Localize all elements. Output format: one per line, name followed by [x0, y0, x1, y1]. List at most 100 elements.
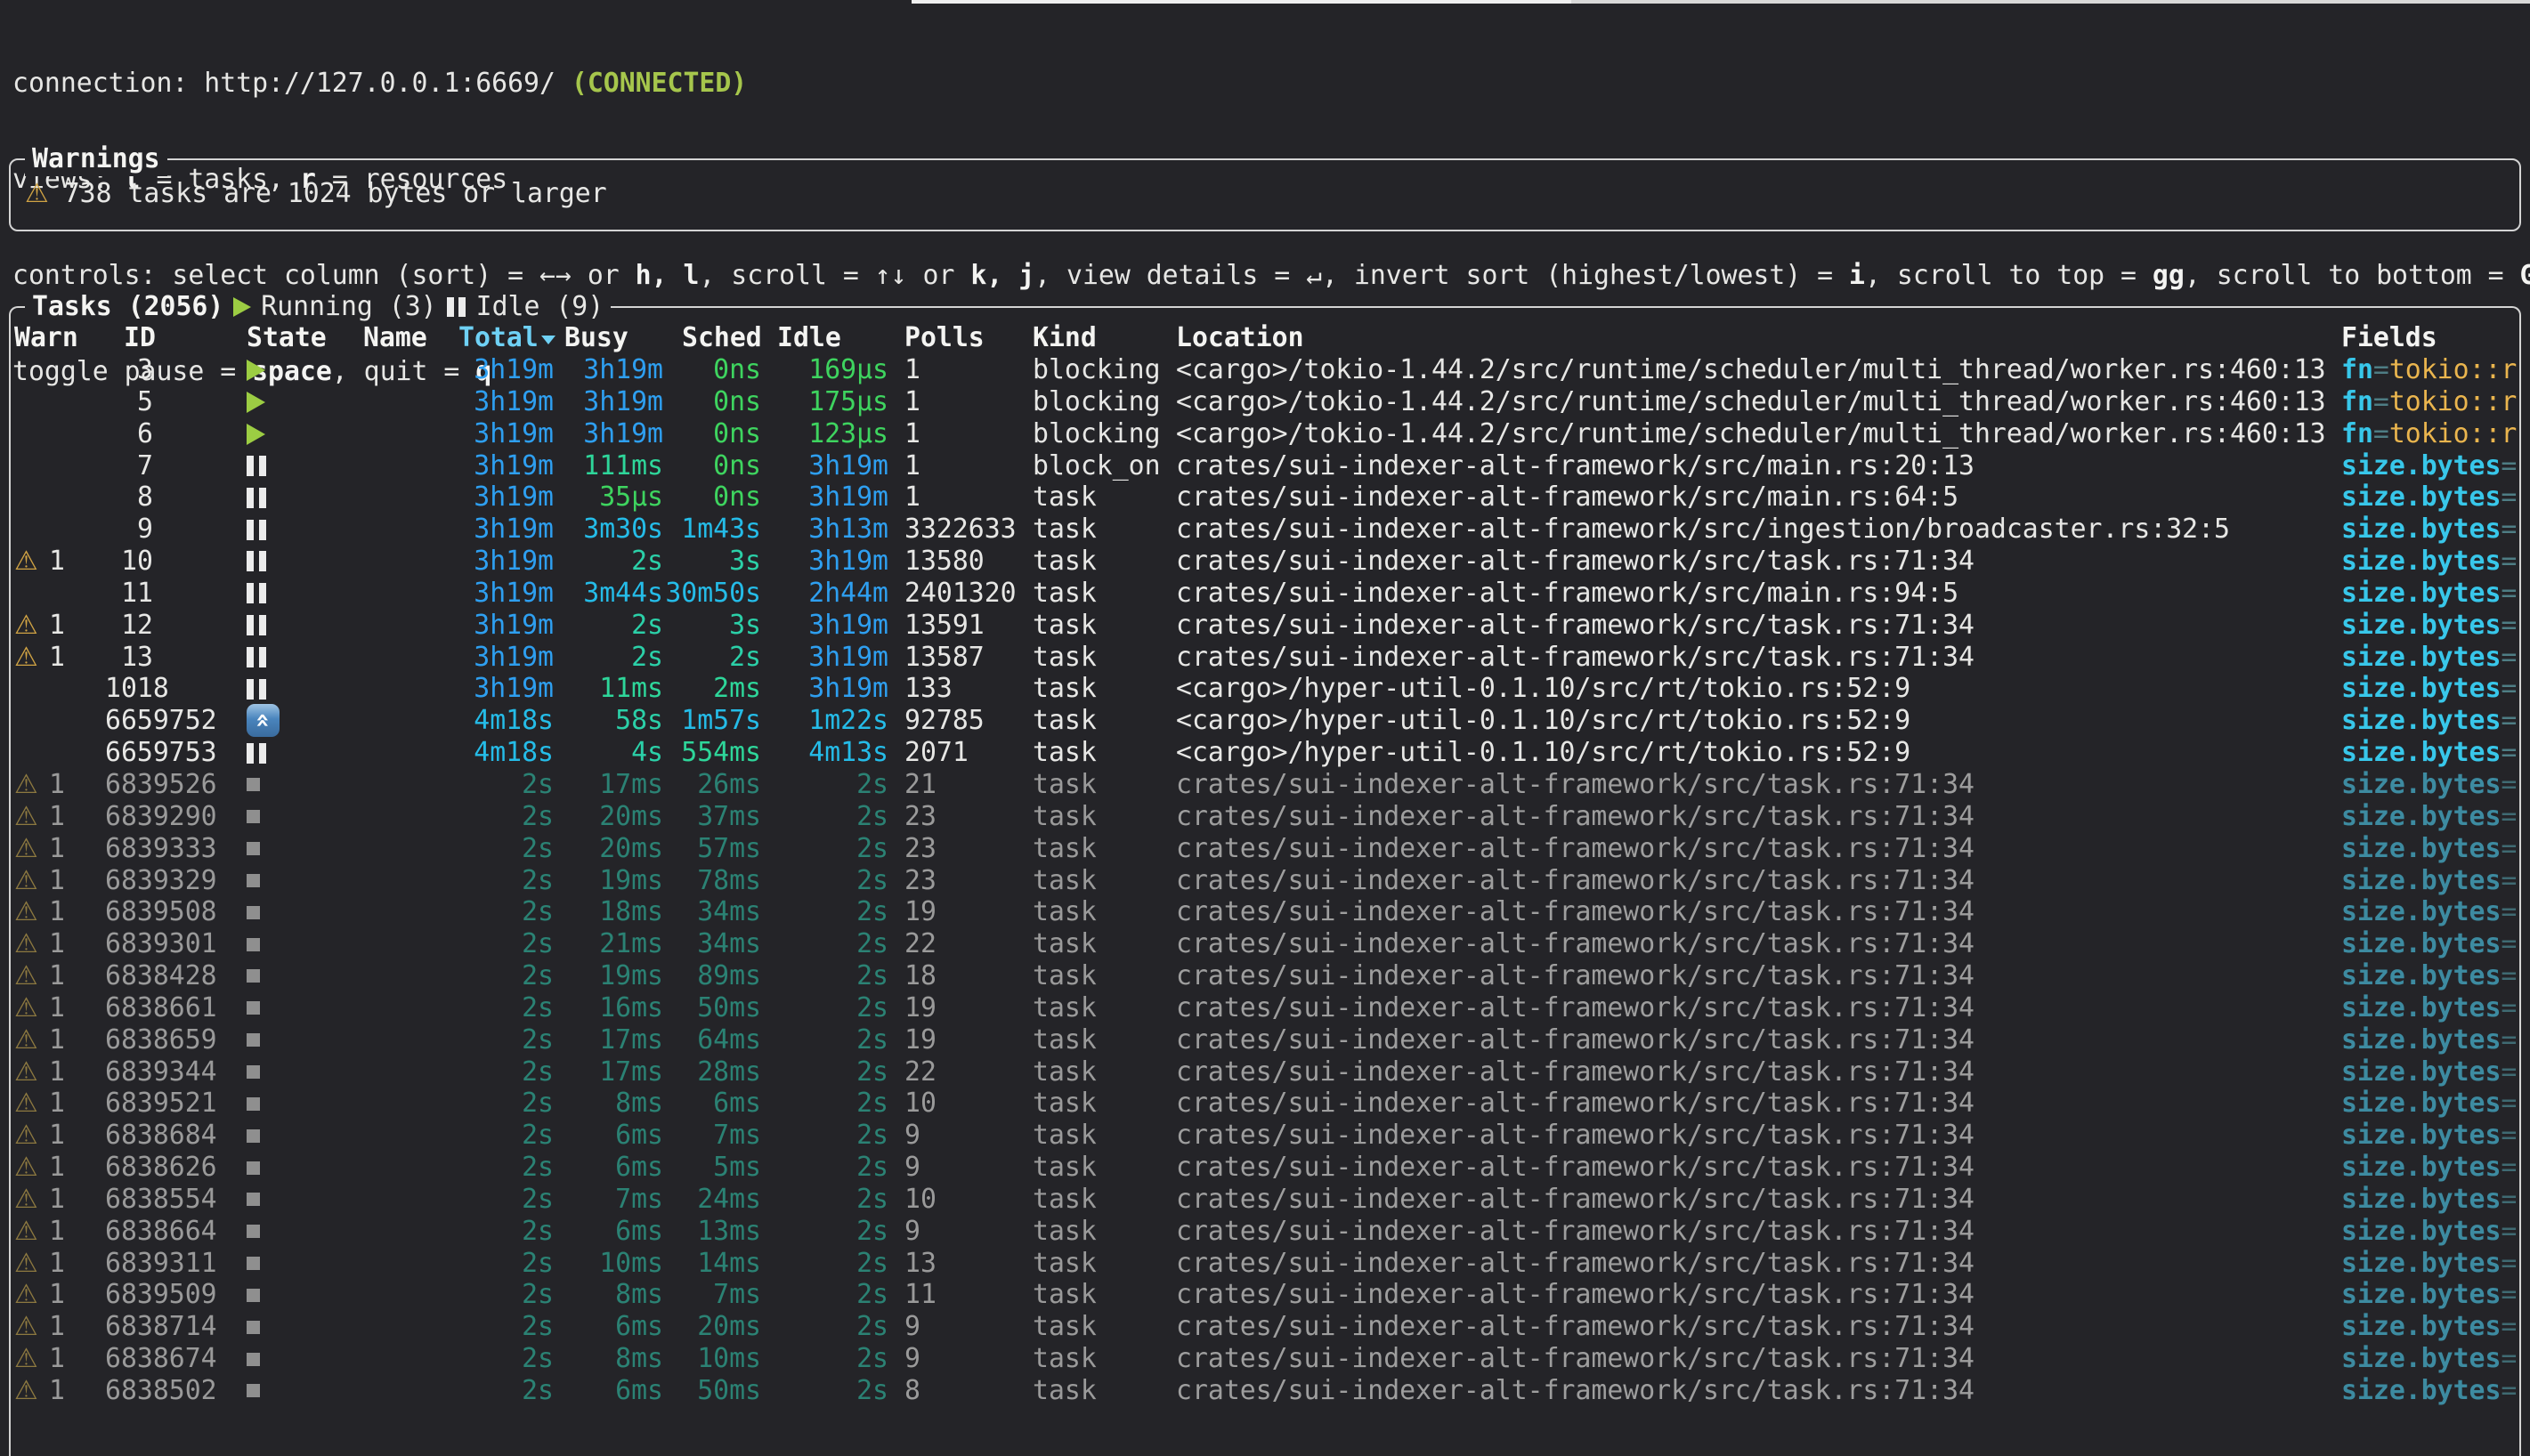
row-warning-icon: ⚠: [14, 1375, 38, 1407]
idle-duration: 1m22s: [794, 705, 888, 737]
table-row-task-6659752[interactable]: 6659752 4m18s 58s 1m57s 1m22s 92785 task…: [0, 705, 2530, 737]
warn-count: 1: [43, 546, 65, 578]
field-equals: =: [2373, 386, 2389, 417]
field-key: size.bytes: [2341, 1311, 2501, 1342]
table-row-task-13[interactable]: ⚠ 1 13 3h19m 2s 2s 3h19m 13587 task crat…: [0, 642, 2530, 674]
polls-count: 22: [904, 928, 937, 960]
total-duration: 2s: [392, 1120, 554, 1152]
sched-duration: 34ms: [663, 896, 761, 928]
polls-count: 1: [904, 386, 920, 418]
total-duration: 4m18s: [392, 737, 554, 769]
state-cell: [247, 1056, 282, 1088]
table-row-task-6839329[interactable]: ⚠ 1 6839329 2s 19ms 78ms 2s 23 task crat…: [0, 865, 2530, 897]
row-warning-icon: ⚠: [14, 1248, 38, 1280]
table-row-task-1018[interactable]: 1018 3h19m 11ms 2ms 3h19m 133 task <carg…: [0, 673, 2530, 705]
field-equals: =: [2501, 833, 2517, 864]
table-row-task-7[interactable]: 7 3h19m 111ms 0ns 3h19m 1 block_on crate…: [0, 450, 2530, 482]
task-id: 6838428: [105, 960, 217, 992]
table-row-task-6839521[interactable]: ⚠ 1 6839521 2s 8ms 6ms 2s 10 task crates…: [0, 1088, 2530, 1120]
task-fields: size.bytes=: [2341, 928, 2517, 960]
table-row-task-6838684[interactable]: ⚠ 1 6838684 2s 6ms 7ms 2s 9 task crates/…: [0, 1120, 2530, 1152]
table-row-task-6[interactable]: 6 3h19m 3h19m 0ns 123µs 1 blocking <carg…: [0, 418, 2530, 450]
table-row-task-6838659[interactable]: ⚠ 1 6838659 2s 17ms 64ms 2s 19 task crat…: [0, 1024, 2530, 1056]
column-header-warn[interactable]: Warn: [14, 322, 78, 354]
warning-triangle-icon: ⚠: [25, 178, 49, 210]
polls-count: 9: [904, 1152, 920, 1184]
row-warning-icon: ⚠: [14, 1184, 38, 1216]
field-key: size.bytes: [2341, 896, 2501, 927]
total-duration: 2s: [392, 1152, 554, 1184]
table-row-task-6838714[interactable]: ⚠ 1 6838714 2s 6ms 20ms 2s 9 task crates…: [0, 1311, 2530, 1343]
column-header-location[interactable]: Location: [1176, 322, 1304, 354]
row-warning-icon: ⚠: [14, 1343, 38, 1375]
task-id: 6839508: [105, 896, 217, 928]
table-row-task-6839333[interactable]: ⚠ 1 6839333 2s 20ms 57ms 2s 23 task crat…: [0, 833, 2530, 865]
idle-duration: 2h44m: [794, 578, 888, 610]
table-row-task-6839311[interactable]: ⚠ 1 6839311 2s 10ms 14ms 2s 13 task crat…: [0, 1248, 2530, 1280]
table-row-task-6838661[interactable]: ⚠ 1 6838661 2s 16ms 50ms 2s 19 task crat…: [0, 992, 2530, 1024]
busy-duration: 16ms: [559, 992, 663, 1024]
column-header-id[interactable]: ID: [124, 322, 156, 354]
column-header-state[interactable]: State: [247, 322, 327, 354]
warn-count: [43, 481, 65, 514]
field-equals: =: [2501, 928, 2517, 959]
task-id: 3: [105, 354, 153, 386]
state-cell: [247, 705, 282, 737]
row-warning-icon: ⚠: [14, 1152, 38, 1184]
table-row-task-6838502[interactable]: ⚠ 1 6838502 2s 6ms 50ms 2s 8 task crates…: [0, 1375, 2530, 1407]
state-completed-square-icon: [247, 874, 260, 887]
controls-text: controls: select column (sort) = ←→ or: [12, 260, 636, 291]
task-kind: task: [1033, 801, 1097, 833]
state-completed-square-icon: [247, 1321, 260, 1334]
column-header-busy[interactable]: Busy: [564, 322, 628, 354]
table-row-task-6838554[interactable]: ⚠ 1 6838554 2s 7ms 24ms 2s 10 task crate…: [0, 1184, 2530, 1216]
column-header-sched[interactable]: Sched: [682, 322, 762, 354]
field-equals: =: [2501, 896, 2517, 927]
task-fields: size.bytes=: [2341, 769, 2517, 801]
table-row-task-6839508[interactable]: ⚠ 1 6839508 2s 18ms 34ms 2s 19 task crat…: [0, 896, 2530, 928]
column-header-total-sorted[interactable]: Total: [458, 322, 555, 354]
table-row-task-6838664[interactable]: ⚠ 1 6838664 2s 6ms 13ms 2s 9 task crates…: [0, 1216, 2530, 1248]
polls-count: 1: [904, 418, 920, 450]
warn-count: 1: [43, 960, 65, 992]
sched-duration: 3s: [663, 546, 761, 578]
state-running-play-icon: [247, 392, 265, 413]
sched-duration: 10ms: [663, 1343, 761, 1375]
column-header-name[interactable]: Name: [363, 322, 427, 354]
task-location: crates/sui-indexer-alt-framework/src/tas…: [1176, 610, 1975, 642]
table-row-task-6659753[interactable]: 6659753 4m18s 4s 554ms 4m13s 2071 task <…: [0, 737, 2530, 769]
table-row-task-6839526[interactable]: ⚠ 1 6839526 2s 17ms 26ms 2s 21 task crat…: [0, 769, 2530, 801]
total-duration: 2s: [392, 928, 554, 960]
task-location: crates/sui-indexer-alt-framework/src/tas…: [1176, 1184, 1975, 1216]
table-row-task-6839290[interactable]: ⚠ 1 6839290 2s 20ms 37ms 2s 23 task crat…: [0, 801, 2530, 833]
state-completed-square-icon: [247, 1001, 260, 1015]
warn-count: 1: [43, 928, 65, 960]
sched-duration: 57ms: [663, 833, 761, 865]
table-row-task-6839509[interactable]: ⚠ 1 6839509 2s 8ms 7ms 2s 11 task crates…: [0, 1279, 2530, 1311]
task-id: 6838502: [105, 1375, 217, 1407]
table-row-task-9[interactable]: 9 3h19m 3m30s 1m43s 3h13m 3322633 task c…: [0, 514, 2530, 546]
table-row-task-5[interactable]: 5 3h19m 3h19m 0ns 175µs 1 blocking <carg…: [0, 386, 2530, 418]
table-row-task-3[interactable]: 3 3h19m 3h19m 0ns 169µs 1 blocking <carg…: [0, 354, 2530, 386]
table-row-task-12[interactable]: ⚠ 1 12 3h19m 2s 3s 3h19m 13591 task crat…: [0, 610, 2530, 642]
table-row-task-6839301[interactable]: ⚠ 1 6839301 2s 21ms 34ms 2s 22 task crat…: [0, 928, 2530, 960]
column-header-kind[interactable]: Kind: [1033, 322, 1097, 354]
idle-duration: 3h19m: [794, 642, 888, 674]
state-cell: [247, 354, 282, 386]
sched-duration: 2s: [663, 642, 761, 674]
state-cell: [247, 514, 282, 546]
table-row-task-10[interactable]: ⚠ 1 10 3h19m 2s 3s 3h19m 13580 task crat…: [0, 546, 2530, 578]
task-fields: size.bytes=: [2341, 801, 2517, 833]
table-row-task-6838674[interactable]: ⚠ 1 6838674 2s 8ms 10ms 2s 9 task crates…: [0, 1343, 2530, 1375]
column-header-idle[interactable]: Idle: [777, 322, 841, 354]
tokio-console-terminal: { "colors": { "background": "#242428", "…: [0, 0, 2530, 1444]
table-row-task-11[interactable]: 11 3h19m 3m44s 30m50s 2h44m 2401320 task…: [0, 578, 2530, 610]
column-header-fields[interactable]: Fields: [2341, 322, 2437, 354]
table-row-task-6838626[interactable]: ⚠ 1 6838626 2s 6ms 5ms 2s 9 task crates/…: [0, 1152, 2530, 1184]
warn-count: [43, 354, 65, 386]
state-idle-pause-icon: [247, 647, 266, 667]
table-row-task-6839344[interactable]: ⚠ 1 6839344 2s 17ms 28ms 2s 22 task crat…: [0, 1056, 2530, 1088]
table-row-task-6838428[interactable]: ⚠ 1 6838428 2s 19ms 89ms 2s 18 task crat…: [0, 960, 2530, 992]
column-header-polls[interactable]: Polls: [904, 322, 985, 354]
table-row-task-8[interactable]: 8 3h19m 35µs 0ns 3h19m 1 task crates/sui…: [0, 481, 2530, 514]
